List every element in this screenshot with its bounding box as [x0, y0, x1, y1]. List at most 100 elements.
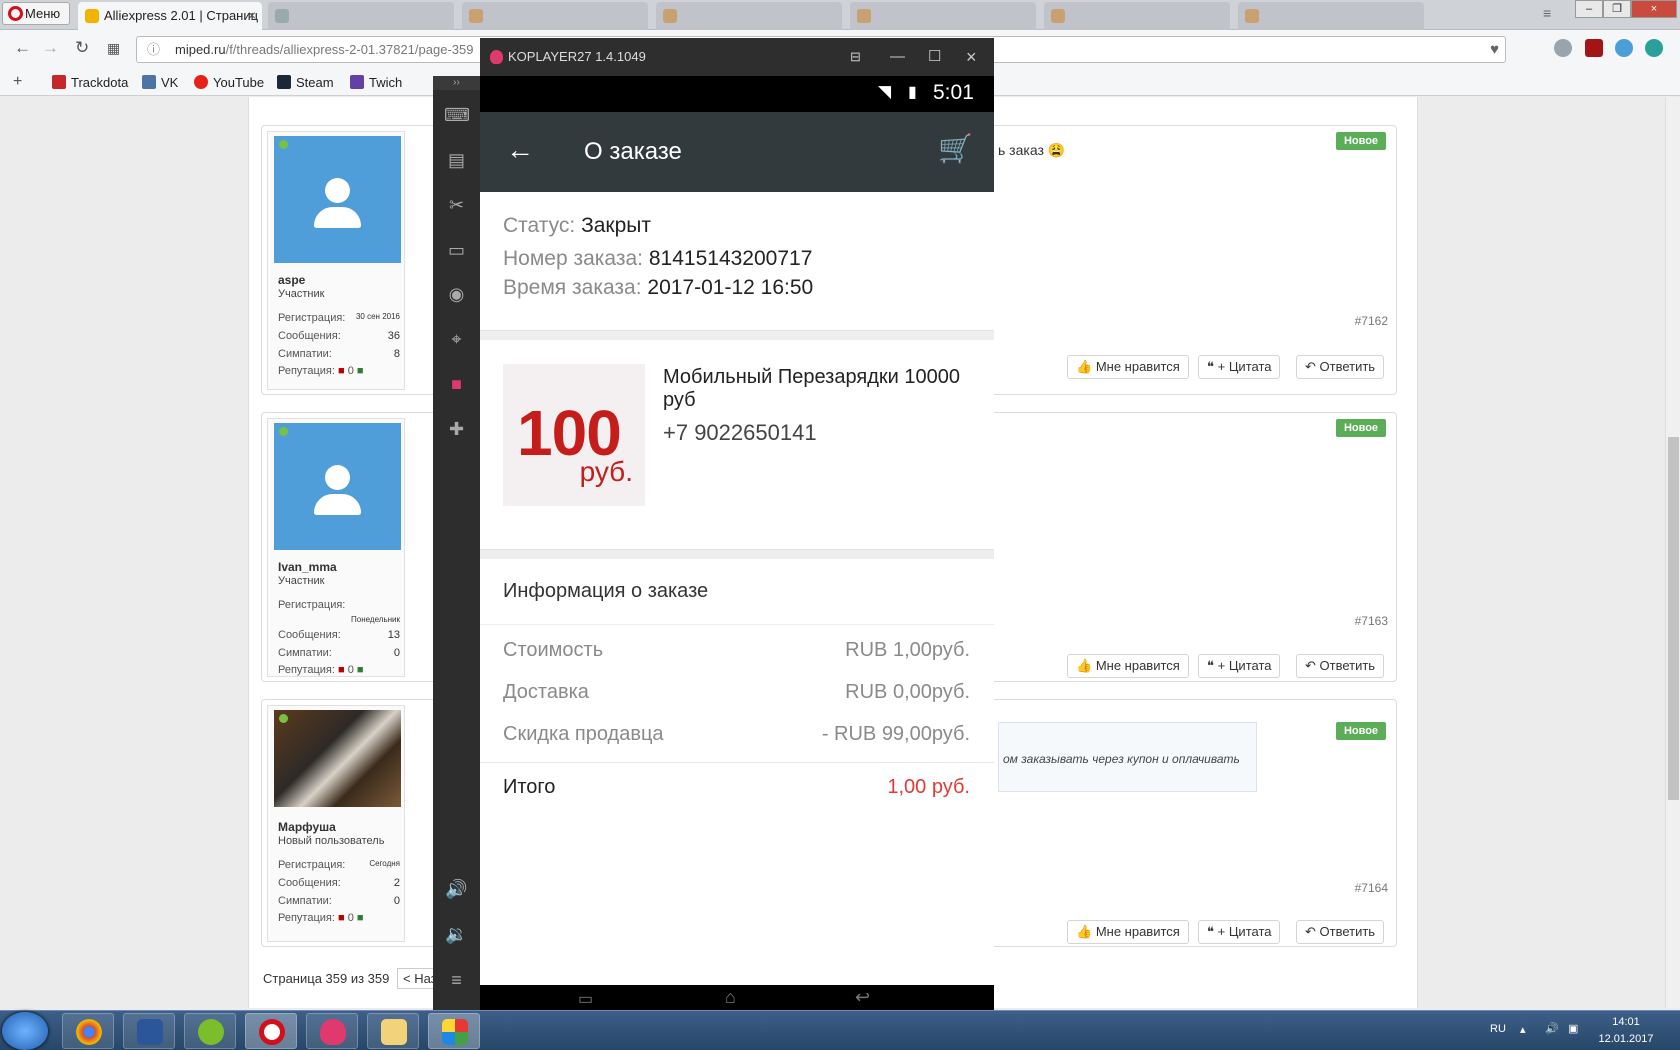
- restore-window-button[interactable]: ❐: [1603, 0, 1631, 18]
- cart-icon[interactable]: 🛒: [938, 132, 973, 165]
- bookmark-trackdota[interactable]: Trackdota: [52, 75, 128, 90]
- windows-start-button[interactable]: [2, 1012, 48, 1050]
- taskbar-chrome[interactable]: [62, 1013, 114, 1049]
- reply-button[interactable]: ↶ Ответить: [1296, 355, 1385, 379]
- quote-button[interactable]: ❝ + Цитата: [1198, 920, 1281, 944]
- like-button[interactable]: 👍 Мне нравится: [1067, 920, 1189, 944]
- home-icon[interactable]: ⌂: [725, 987, 736, 1008]
- volume-tray-icon[interactable]: 🔊: [1545, 1022, 1559, 1035]
- cat-avatar-image[interactable]: [274, 710, 401, 807]
- bookmark-heart-icon[interactable]: ♥: [1490, 37, 1499, 62]
- taskbar-opera[interactable]: [245, 1013, 297, 1049]
- reply-button[interactable]: ↶ Ответить: [1296, 654, 1385, 678]
- scissors-icon[interactable]: ✂: [444, 194, 469, 216]
- show-hidden-icons-icon[interactable]: ▴: [1520, 1023, 1526, 1036]
- android-screen: ◥ ▮ 5:01 ← О заказе 🛒 Статус: Закрыт Ном…: [480, 76, 994, 1010]
- back-arrow-icon[interactable]: ←: [506, 134, 534, 166]
- bookmark-steam[interactable]: Steam: [277, 75, 334, 90]
- taskbar-koplayer[interactable]: [306, 1013, 358, 1049]
- steam-icon: [277, 75, 291, 89]
- username[interactable]: Ivan_mma: [278, 560, 337, 574]
- taskbar-word[interactable]: [123, 1013, 175, 1049]
- tab-4[interactable]: [656, 2, 842, 30]
- tab-favicon-icon: [275, 9, 289, 23]
- webcam-icon[interactable]: ◉: [444, 283, 469, 305]
- tab-2[interactable]: [268, 2, 454, 30]
- tab-3[interactable]: [462, 2, 648, 30]
- speed-dial-icon[interactable]: ▦: [107, 40, 120, 57]
- reload-icon[interactable]: ↻: [75, 38, 89, 58]
- tab-5[interactable]: [850, 2, 1036, 30]
- koplayer-titlebar[interactable]: KOPLAYER27 1.4.1049 ⊟ — ☐ ×: [480, 38, 994, 76]
- taskbar-utorrent[interactable]: [184, 1013, 236, 1049]
- minimize-icon[interactable]: —: [890, 38, 905, 76]
- minimize-window-button[interactable]: –: [1575, 0, 1603, 18]
- url-path: /f/threads/alliexpress-2-01.37821/page-3…: [225, 42, 474, 57]
- opera-menu-button[interactable]: Меню: [2, 2, 70, 25]
- screen-record-icon[interactable]: ■: [444, 373, 469, 395]
- language-indicator[interactable]: RU: [1490, 1023, 1506, 1035]
- vpn-globe-icon[interactable]: [1554, 39, 1572, 57]
- quote-button[interactable]: ❝ + Цитата: [1198, 654, 1281, 678]
- tab-alliexpress[interactable]: Alliexpress 2.01 | Страниц ×: [78, 2, 262, 30]
- video-record-icon[interactable]: ▤: [444, 149, 469, 171]
- youtube-icon: [194, 75, 208, 89]
- folder-icon[interactable]: ▭: [444, 239, 469, 261]
- like-button[interactable]: 👍 Мне нравится: [1067, 355, 1189, 379]
- new-badge: Новое: [1336, 132, 1386, 150]
- clock-time[interactable]: 14:01: [1598, 1016, 1654, 1028]
- clock-date[interactable]: 12.01.2017: [1594, 1033, 1658, 1045]
- username[interactable]: Марфуша: [278, 820, 336, 834]
- site-info-icon[interactable]: ⓘ: [147, 37, 160, 62]
- network-tray-icon[interactable]: ▣: [1568, 1022, 1578, 1035]
- new-badge: Новое: [1336, 419, 1386, 437]
- recent-apps-icon[interactable]: ▭: [578, 989, 593, 1009]
- post-number[interactable]: #7164: [1355, 881, 1388, 895]
- tab-favicon-icon: [663, 9, 677, 23]
- stat-reputation: Репутация: ■ 0 ■: [278, 664, 364, 676]
- volume-up-icon[interactable]: 🔊: [444, 878, 469, 900]
- taskbar-app[interactable]: [428, 1013, 480, 1049]
- back-icon[interactable]: ←: [14, 38, 31, 58]
- nav-back-icon[interactable]: ↩: [855, 987, 870, 1008]
- like-button[interactable]: 👍 Мне нравится: [1067, 654, 1189, 678]
- page-scrollbar[interactable]: [1665, 97, 1680, 1008]
- avatar[interactable]: [274, 423, 401, 550]
- stat-likes: Симпатии: 0: [278, 895, 400, 907]
- ublock-icon[interactable]: [1585, 39, 1603, 57]
- product-phone: +7 9022650141: [663, 420, 817, 445]
- tab-6[interactable]: [1044, 2, 1230, 30]
- tab-close-icon[interactable]: ×: [248, 2, 256, 29]
- battery-charging-icon: ▮: [908, 84, 917, 101]
- menu-icon[interactable]: ≡: [444, 969, 469, 991]
- expand-sidebar-icon[interactable]: ››: [433, 76, 480, 90]
- close-icon[interactable]: ×: [966, 38, 977, 76]
- post-number[interactable]: #7162: [1355, 314, 1388, 328]
- reply-button[interactable]: ↶ Ответить: [1296, 920, 1385, 944]
- bookmark-youtube[interactable]: YouTube: [194, 75, 264, 90]
- extension-icon[interactable]: [1615, 39, 1633, 57]
- extension-icon[interactable]: [1645, 39, 1663, 57]
- scrollbar-thumb[interactable]: [1668, 437, 1679, 800]
- install-apk-icon[interactable]: ✚: [444, 418, 469, 440]
- avatar[interactable]: [274, 136, 401, 263]
- product-section[interactable]: 100 руб. Мобильный Перезарядки 10000 руб…: [480, 340, 994, 546]
- post-number[interactable]: #7163: [1355, 614, 1388, 628]
- username[interactable]: aspe: [278, 273, 305, 287]
- bookmark-vk[interactable]: VK: [142, 75, 178, 90]
- tab-menu-icon[interactable]: ≡: [1543, 5, 1551, 21]
- stat-messages: Сообщения: 36: [278, 330, 400, 342]
- taskbar-explorer[interactable]: [367, 1013, 419, 1049]
- user-role: Участник: [278, 575, 325, 587]
- bookmark-twich[interactable]: Twich: [350, 75, 402, 90]
- volume-down-icon[interactable]: 🔉: [444, 923, 469, 945]
- forward-icon[interactable]: →: [42, 38, 59, 58]
- quote-button[interactable]: ❝ + Цитата: [1198, 355, 1281, 379]
- tab-7[interactable]: [1238, 2, 1424, 30]
- close-window-button[interactable]: ×: [1631, 0, 1677, 18]
- location-icon[interactable]: ⌖: [444, 328, 469, 350]
- keyboard-icon[interactable]: ⌨: [444, 104, 470, 126]
- pin-icon[interactable]: ⊟: [850, 38, 861, 76]
- maximize-icon[interactable]: ☐: [928, 38, 941, 76]
- add-bookmark-icon[interactable]: +: [13, 73, 22, 91]
